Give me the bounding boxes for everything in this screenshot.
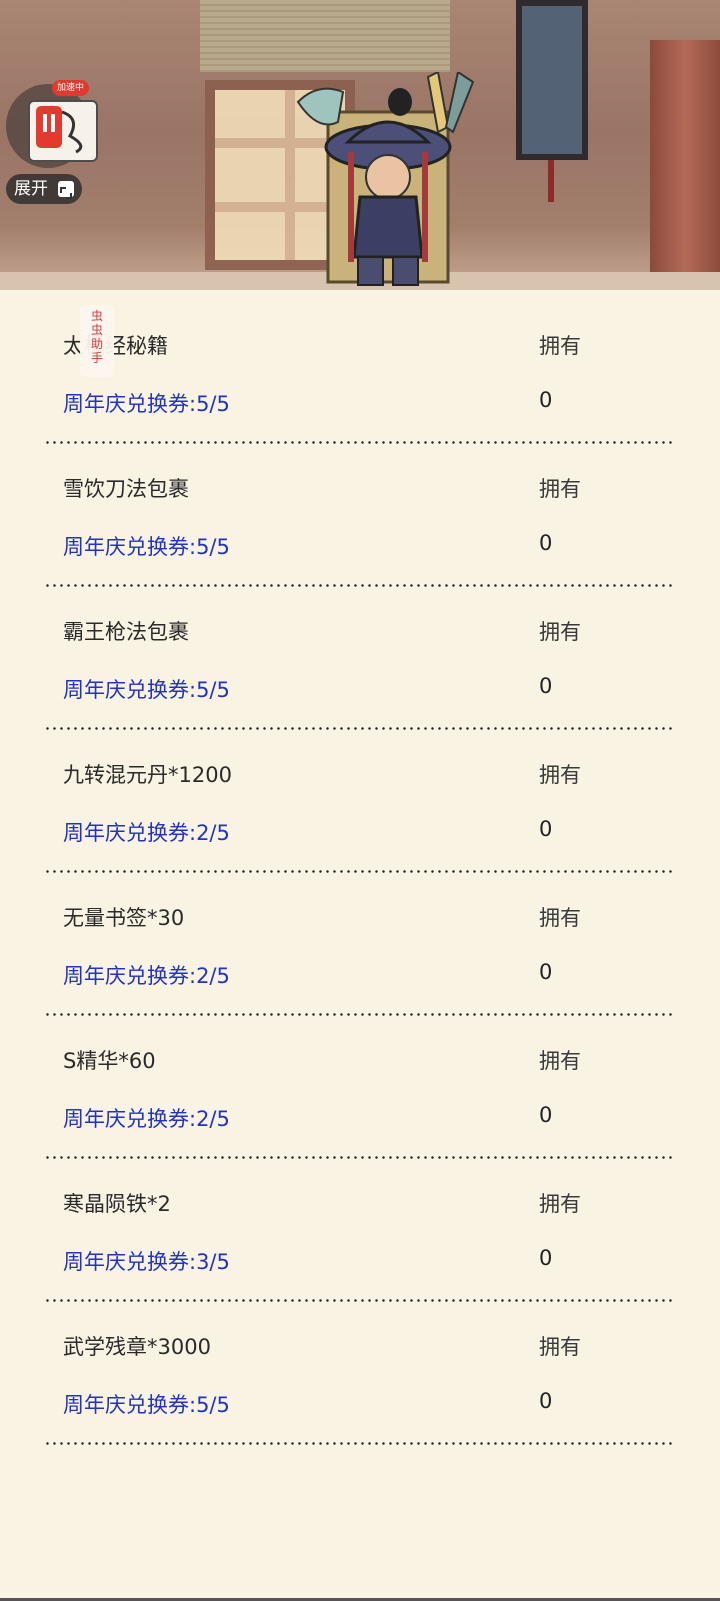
dotted-divider [44, 1442, 676, 1445]
own-label: 拥有 [539, 334, 581, 358]
expand-button[interactable]: 展开 [6, 174, 82, 204]
item-name: 太极经秘籍 [63, 334, 168, 358]
list-item[interactable]: 寒晶陨铁*2 拥有 周年庆兑换券:3/5 0 [0, 1148, 720, 1302]
own-label: 拥有 [539, 1335, 581, 1359]
app-thumbnail-icon[interactable] [28, 100, 98, 162]
item-name: 武学残章*3000 [63, 1335, 211, 1359]
owned-count: 0 [539, 1103, 553, 1127]
list-item[interactable]: 无量书签*30 拥有 周年庆兑换券:2/5 0 [0, 862, 720, 1016]
item-cost: 周年庆兑换券:5/5 [63, 678, 230, 702]
owned-count: 0 [539, 674, 553, 698]
own-label: 拥有 [539, 477, 581, 501]
item-name: 无量书签*30 [63, 906, 185, 930]
owned-count: 0 [539, 388, 553, 412]
speed-badge: 加速中 [52, 80, 90, 96]
curtain [650, 40, 720, 290]
expand-label: 展开 [14, 179, 48, 199]
list-item[interactable]: 九转混元丹*1200 拥有 周年庆兑换券:2/5 0 [0, 719, 720, 873]
assistant-side-tag[interactable]: 虫虫助手 [80, 305, 114, 377]
own-label: 拥有 [539, 1049, 581, 1073]
list-item[interactable]: S精华*60 拥有 周年庆兑换券:2/5 0 [0, 1005, 720, 1159]
exchange-list: 太极经秘籍 拥有 周年庆兑换券:5/5 0 雪饮刀法包裹 拥有 周年庆兑换券:5… [0, 290, 720, 1445]
floating-assistant-bubble[interactable]: 加速中 展开 [6, 80, 98, 204]
owned-count: 0 [539, 1246, 553, 1270]
owned-count: 0 [539, 1389, 553, 1413]
owned-count: 0 [539, 960, 553, 984]
item-name: 霸王枪法包裹 [63, 620, 189, 644]
owned-count: 0 [539, 531, 553, 555]
item-cost: 周年庆兑换券:5/5 [63, 392, 230, 416]
item-cost: 周年庆兑换券:3/5 [63, 1250, 230, 1274]
own-label: 拥有 [539, 906, 581, 930]
assistant-tag-label: 虫虫助手 [90, 309, 103, 365]
wall-painting [516, 0, 588, 160]
owned-count: 0 [539, 817, 553, 841]
item-cost: 周年庆兑换券:5/5 [63, 535, 230, 559]
header-banner [0, 0, 720, 290]
item-cost: 周年庆兑换券:2/5 [63, 1107, 230, 1131]
item-cost: 周年庆兑换券:2/5 [63, 964, 230, 988]
item-name: 寒晶陨铁*2 [63, 1192, 171, 1216]
list-item[interactable]: 雪饮刀法包裹 拥有 周年庆兑换券:5/5 0 [0, 433, 720, 587]
painting-tassel [548, 160, 554, 202]
window-blind [200, 0, 450, 72]
expand-icon [58, 181, 74, 199]
own-label: 拥有 [539, 763, 581, 787]
list-item[interactable]: 武学残章*3000 拥有 周年庆兑换券:5/5 0 [0, 1291, 720, 1445]
item-name: 雪饮刀法包裹 [63, 477, 189, 501]
item-name: 九转混元丹*1200 [63, 763, 232, 787]
item-cost: 周年庆兑换券:2/5 [63, 821, 230, 845]
merchant-character-illustration [296, 72, 475, 286]
item-cost: 周年庆兑换券:5/5 [63, 1393, 230, 1417]
list-item[interactable]: 霸王枪法包裹 拥有 周年庆兑换券:5/5 0 [0, 576, 720, 730]
own-label: 拥有 [539, 620, 581, 644]
item-name: S精华*60 [63, 1049, 156, 1073]
own-label: 拥有 [539, 1192, 581, 1216]
